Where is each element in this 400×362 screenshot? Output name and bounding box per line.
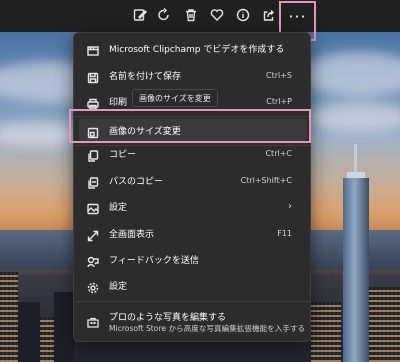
feedback-icon (87, 253, 99, 268)
menu-item-shortcut: Ctrl+P (266, 96, 292, 106)
menu-item-copy[interactable]: コピー Ctrl+C (74, 141, 310, 165)
store-icon (87, 313, 99, 328)
chevron-right-icon: › (288, 200, 292, 212)
info-button[interactable] (231, 4, 255, 28)
menu-item-label: 印刷 (109, 97, 128, 108)
menu-item-label: 設定 (109, 202, 128, 213)
favorite-button[interactable] (205, 4, 229, 28)
more-icon: ··· (288, 6, 307, 26)
info-icon (236, 7, 250, 26)
menu-item-label: フィードバックを送信 (109, 255, 199, 266)
menu-item-copy-path[interactable]: パスのコピー Ctrl+Shift+C (74, 168, 310, 192)
rotate-icon (157, 7, 171, 26)
promo-title[interactable]: プロのような写真を編集する (109, 310, 226, 323)
gear-icon (87, 279, 99, 294)
menu-item-label: 名前を付けて保存 (109, 71, 182, 82)
edit-button[interactable] (128, 4, 152, 28)
promo-subtitle[interactable]: Microsoft Store から高度な写真編集拡張機能を入手する (109, 323, 305, 334)
menu-divider (75, 301, 311, 302)
print-icon (87, 95, 99, 110)
menu-item-label: パスのコピー (109, 176, 164, 187)
menu-item-shortcut: Ctrl+S (265, 70, 292, 80)
heart-icon (210, 7, 224, 26)
set-as-icon (87, 200, 99, 215)
menu-item-settings[interactable]: 設定 (74, 273, 310, 297)
menu-item-shortcut: Ctrl+Shift+C (240, 175, 292, 185)
menu-item-save-as[interactable]: 名前を付けて保存 Ctrl+S (74, 63, 310, 87)
delete-icon (184, 7, 198, 26)
menu-item-label: 設定 (109, 281, 128, 292)
menu-item-clipchamp[interactable]: Microsoft Clipchamp でビデオを作成する (74, 36, 310, 60)
fullscreen-icon (87, 227, 99, 242)
share-button[interactable] (257, 4, 281, 28)
menu-item-label: コピー (109, 149, 137, 160)
highlight-annotation-frame (69, 109, 311, 143)
menu-item-shortcut: F11 (277, 228, 292, 238)
delete-button[interactable] (179, 4, 203, 28)
copy-path-icon (87, 174, 99, 189)
menu-item-label: 全画面表示 (109, 229, 155, 240)
menu-item-shortcut: Ctrl+C (265, 148, 292, 158)
save-icon (87, 69, 99, 84)
share-icon (262, 7, 276, 26)
resize-tooltip: 画像のサイズを変更 (132, 89, 218, 107)
context-menu: Microsoft Clipchamp でビデオを作成する 名前を付けて保存 C… (73, 32, 311, 342)
top-toolbar: ··· (0, 0, 400, 41)
menu-item-feedback[interactable]: フィードバックを送信 (74, 247, 310, 271)
copy-icon (87, 147, 99, 162)
clipchamp-icon (87, 42, 99, 56)
rotate-button[interactable] (152, 4, 176, 28)
menu-item-label: Microsoft Clipchamp でビデオを作成する (109, 44, 285, 55)
menu-item-set-as[interactable]: 設定 › (74, 194, 310, 218)
menu-item-fullscreen[interactable]: 全画面表示 F11 (74, 221, 310, 245)
edit-icon (133, 7, 147, 26)
